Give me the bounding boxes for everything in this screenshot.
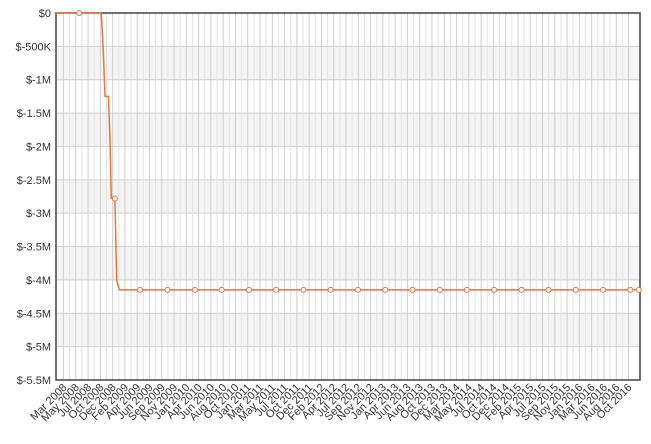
data-point [191,286,198,293]
y-tick-label: $-4.5M [17,308,51,320]
x-axis-ticks: Mar 2008May 2008Jul 2008Oct 2008Dec 2008… [28,382,634,425]
data-point [164,286,171,293]
data-point [436,286,443,293]
data-point [627,286,634,293]
data-point [491,286,498,293]
y-tick-label: $-3M [26,208,51,220]
data-point [635,286,642,293]
y-tick-label: $-1.5M [17,108,51,120]
y-tick-label: $-3.5M [17,242,51,254]
data-point [218,286,225,293]
y-tick-label: $-5M [26,342,51,354]
data-point [111,195,118,202]
data-point [572,286,579,293]
data-point [409,286,416,293]
y-tick-label: $-2.5M [17,175,51,187]
y-tick-label: $-500K [16,41,52,53]
data-point [273,286,280,293]
data-point [327,286,334,293]
data-point [246,286,253,293]
y-tick-label: $0 [39,8,51,20]
data-point [76,10,83,16]
data-point [137,286,144,293]
y-tick-label: $-1M [26,75,51,87]
y-tick-label: $-5.5M [17,375,51,387]
y-tick-label: $-4M [26,275,51,287]
line-chart: $0 $-500K $-1M $-1.5M $-2M $-2.5M $-3M $-3.5M $-… [16,8,642,425]
data-point [355,286,362,293]
data-point [463,286,470,293]
data-point [545,286,552,293]
data-point [300,286,307,293]
y-axis-ticks: $0 $-500K $-1M $-1.5M $-2M $-2.5M $-3M $-3.5M $-… [16,8,52,387]
y-tick-label: $-2M [26,141,51,153]
data-point [599,286,606,293]
data-point [518,286,525,293]
data-point [382,286,389,293]
